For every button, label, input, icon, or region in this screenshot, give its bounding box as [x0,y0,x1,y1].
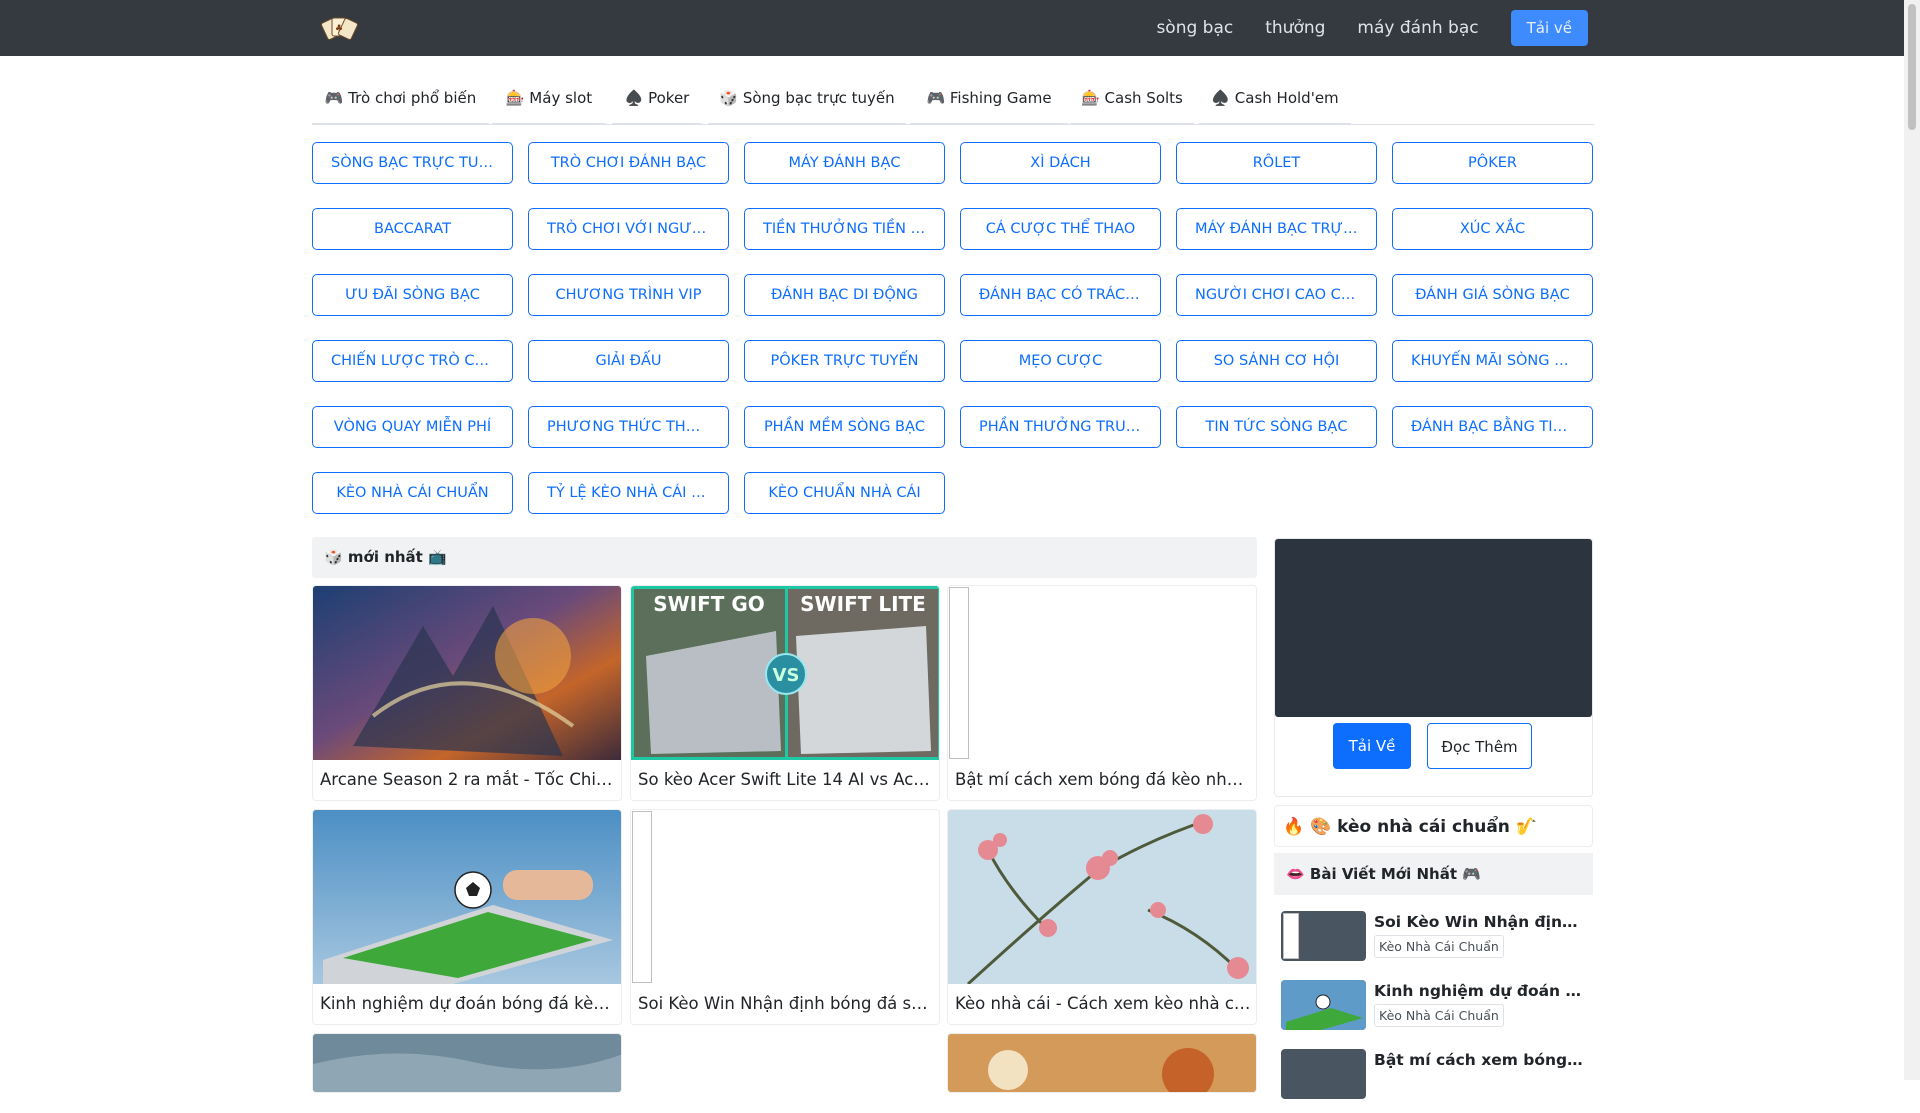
article-thumbnail[interactable] [948,810,1257,984]
category-button[interactable]: ĐÁNH BẠC CÓ TRÁCH NHIỆM [960,274,1161,316]
article-title[interactable]: So kèo Acer Swift Lite 14 AI vs Acer Swi… [638,770,934,789]
article-card[interactable]: Arcane Season 2 ra mắt - Tốc Chiến [312,585,622,801]
category-button[interactable]: ĐÁNH BẠC DI ĐỘNG [744,274,945,316]
tab-online-casino[interactable]: 🎲 Sòng bạc trực tuyến [708,77,906,125]
article-thumbnail[interactable] [313,1034,622,1093]
broken-image-icon[interactable] [632,811,652,983]
sidebar-title: 🔥 🎨 kèo nhà cái chuẩn 🎷 [1274,805,1593,847]
nav-link-bonus[interactable]: thưởng [1265,18,1325,38]
category-button[interactable]: PHƯƠNG THỨC THANH TOÁN [528,406,729,448]
category-button[interactable]: MẸO CƯỢC [960,340,1161,382]
category-button[interactable]: XÚC XẮC [1392,208,1593,250]
tab-slots[interactable]: 🎰 Máy slot [492,77,606,125]
tab-cash-holdem[interactable]: ♠️ Cash Hold'em [1199,77,1351,125]
game-tabs: 🎮 Trò chơi phổ biến 🎰 Máy slot ♠️ Poker … [312,77,1594,125]
sidebar-banner [1275,539,1592,717]
nav-link-slots[interactable]: máy đánh bạc [1357,18,1478,38]
page-scrollbar[interactable] [1904,0,1920,1080]
article-title[interactable]: Arcane Season 2 ra mắt - Tốc Chiến [320,770,616,789]
category-button[interactable]: SO SÁNH CƠ HỘI [1176,340,1377,382]
sidebar-download-button[interactable]: Tải Về [1333,723,1411,769]
article-card[interactable]: Bật mí cách xem bóng đá kèo nhà cái [947,585,1257,801]
cards-logo-icon[interactable]: ♣ [320,14,360,42]
sidebar-article-thumbnail[interactable] [1281,980,1366,1030]
category-button[interactable]: TRÒ CHƠI VỚI NGƯỜI CHIA BÀI [528,208,729,250]
category-button[interactable]: TỶ LỆ KÈO NHÀ CÁI CHUẨN [528,472,729,514]
category-button[interactable]: ĐÁNH BẠC BẰNG TIỀN ĐIỆN TỬ [1392,406,1593,448]
category-button[interactable]: SÒNG BẠC TRỰC TUYẾN [312,142,513,184]
sidebar-article[interactable]: Soi Kèo Win Nhận định bóng đá Kèo Nhà Cá… [1274,911,1593,975]
sidebar-article-thumbnail[interactable] [1281,1049,1366,1099]
category-button[interactable]: KHUYẾN MÃI SÒNG BẠC [1392,340,1593,382]
read-more-button[interactable]: Đọc Thêm [1427,723,1532,769]
category-button[interactable]: TRÒ CHƠI ĐÁNH BẠC [528,142,729,184]
sidebar-latest-heading: 👄 Bài Viết Mới Nhất 🎮 [1274,853,1593,895]
sidebar-article-tag[interactable]: Kèo Nhà Cái Chuẩn [1374,1004,1504,1027]
category-button[interactable]: TIỀN THƯỞNG TIỀN GỬI [744,208,945,250]
category-button[interactable]: RÔLET [1176,142,1377,184]
article-card[interactable]: Kèo nhà cái - Cách xem kèo nhà cái chuẩn [947,809,1257,1025]
category-button[interactable]: BACCARAT [312,208,513,250]
tab-fishing-game[interactable]: 🎮 Fishing Game [910,77,1068,125]
category-button[interactable]: CHƯƠNG TRÌNH VIP [528,274,729,316]
article-title[interactable]: Bật mí cách xem bóng đá kèo nhà cái [955,770,1251,789]
article-card[interactable] [312,1033,622,1093]
category-button[interactable]: CHIẾN LƯỢC TRÒ CHƠI [312,340,513,382]
nav-link-casino[interactable]: sòng bạc [1156,18,1233,38]
broken-image-icon [1283,913,1299,959]
article-title[interactable]: Kinh nghiệm dự đoán bóng đá kèo nhà cái [320,994,616,1013]
category-button[interactable]: MÁY ĐÁNH BẠC [744,142,945,184]
category-button[interactable]: PHẦN MỀM SÒNG BẠC [744,406,945,448]
svg-text:SWIFT LITE: SWIFT LITE [800,592,926,616]
category-button[interactable]: GIẢI ĐẤU [528,340,729,382]
category-button[interactable]: PHẦN THƯỞNG TRUNG THÀNH [960,406,1161,448]
sidebar-article[interactable]: Bật mí cách xem bóng đá [1274,1049,1593,1113]
article-title[interactable]: Kèo nhà cái - Cách xem kèo nhà cái chuẩn [955,994,1251,1013]
tab-poker[interactable]: ♠️ Poker [612,77,702,125]
category-button[interactable]: XÌ DÁCH [960,142,1161,184]
article-thumbnail[interactable] [313,810,622,984]
category-button[interactable]: KÈO CHUẨN NHÀ CÁI [744,472,945,514]
category-button[interactable]: PÔKER [1392,142,1593,184]
top-navbar: ♣ sòng bạc thưởng máy đánh bạc Tải về [0,0,1904,56]
category-button[interactable]: NGƯỜI CHƠI CAO CẤP [1176,274,1377,316]
article-card[interactable]: VS SWIFT GO SWIFT LITE So kèo Acer Swift… [630,585,940,801]
article-card[interactable]: Kinh nghiệm dự đoán bóng đá kèo nhà cái [312,809,622,1025]
article-card[interactable]: Soi Kèo Win Nhận định bóng đá soi kèo [630,809,940,1025]
sidebar-article-title[interactable]: Soi Kèo Win Nhận định bóng đá [1374,913,1586,931]
latest-heading: 🎲 mới nhất 📺 [312,537,1257,578]
main-nav: sòng bạc thưởng máy đánh bạc Tải về [1156,10,1588,46]
tab-popular-games[interactable]: 🎮 Trò chơi phổ biến [312,77,489,125]
svg-text:SWIFT GO: SWIFT GO [653,592,765,616]
article-thumbnail[interactable]: VS SWIFT GO SWIFT LITE [631,586,940,760]
sidebar-article-title[interactable]: Bật mí cách xem bóng đá [1374,1051,1586,1069]
category-button[interactable]: ƯU ĐÃI SÒNG BẠC [312,274,513,316]
download-button[interactable]: Tải về [1510,10,1588,46]
tab-cash-slots[interactable]: 🎰 Cash Solts [1070,77,1194,125]
sidebar-article-thumbnail[interactable] [1281,911,1366,961]
broken-image-icon[interactable] [949,587,969,759]
sidebar-article-title[interactable]: Kinh nghiệm dự đoán bóng đá [1374,982,1586,1000]
article-card[interactable] [947,1033,1257,1093]
scrollbar-thumb[interactable] [1908,4,1916,130]
category-button[interactable]: MÁY ĐÁNH BẠC TRỰC TUYẾN [1176,208,1377,250]
category-button[interactable]: VÒNG QUAY MIỄN PHÍ [312,406,513,448]
category-button[interactable]: PÔKER TRỰC TUYẾN [744,340,945,382]
category-button[interactable]: TIN TỨC SÒNG BẠC [1176,406,1377,448]
category-button[interactable]: KÈO NHÀ CÁI CHUẨN [312,472,513,514]
article-title[interactable]: Soi Kèo Win Nhận định bóng đá soi kèo [638,994,934,1013]
article-thumbnail[interactable] [948,1034,1257,1093]
category-button[interactable]: ĐÁNH GIÁ SÒNG BẠC [1392,274,1593,316]
svg-text:♣: ♣ [335,24,343,34]
category-button[interactable]: CÁ CƯỢC THỂ THAO [960,208,1161,250]
svg-text:VS: VS [773,665,800,686]
sidebar-article[interactable]: Kinh nghiệm dự đoán bóng đá Kèo Nhà Cái … [1274,980,1593,1044]
article-thumbnail[interactable] [313,586,622,760]
sidebar-article-tag[interactable]: Kèo Nhà Cái Chuẩn [1374,935,1504,958]
